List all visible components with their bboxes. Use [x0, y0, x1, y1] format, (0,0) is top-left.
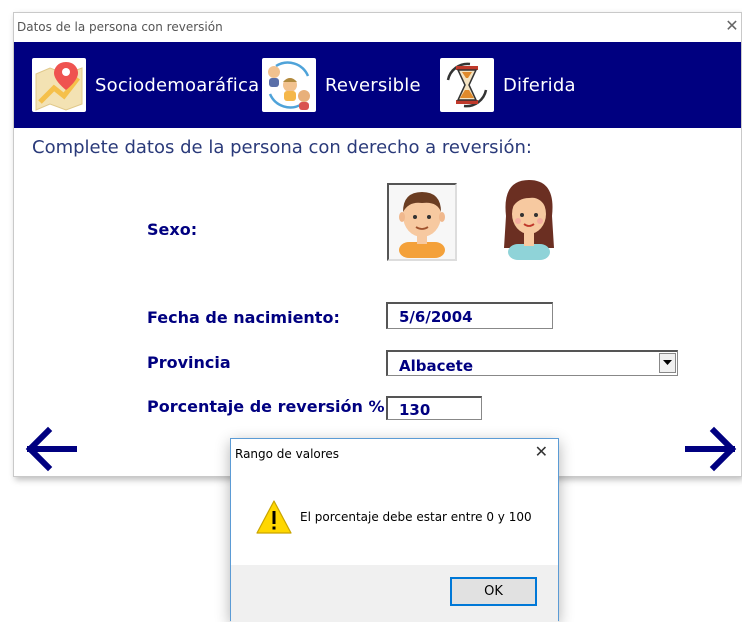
window-title: Datos de la persona con reversión [17, 20, 223, 34]
tab-sociodemografica-label: Sociodemoaráfica [95, 74, 260, 96]
fecha-nacimiento-label: Fecha de nacimiento: [147, 308, 340, 327]
ok-button[interactable]: OK [450, 577, 537, 606]
tab-reversible-label: Reversible [325, 74, 421, 96]
dropdown-arrow-button[interactable] [659, 353, 676, 373]
tab-sociodemografica[interactable]: Sociodemoaráfica [32, 42, 259, 128]
people-exchange-icon [262, 58, 316, 112]
title-bar: Datos de la persona con reversión ✕ [14, 13, 741, 42]
window-close-button[interactable]: ✕ [723, 17, 741, 37]
map-pin-icon [32, 58, 86, 112]
sexo-label: Sexo: [147, 220, 198, 239]
male-avatar-icon [399, 192, 445, 258]
porcentaje-label: Porcentaje de reversión % [147, 397, 385, 416]
female-avatar-button[interactable] [494, 179, 564, 260]
male-avatar-button[interactable] [387, 183, 457, 261]
back-button[interactable] [22, 421, 78, 477]
dialog-close-button[interactable]: ✕ [535, 443, 548, 463]
range-error-dialog: Rango de valores ✕ El porcentaje debe es… [230, 438, 559, 622]
provincia-select[interactable]: Albacete [386, 350, 678, 376]
arrow-left-icon [25, 426, 77, 472]
warning-icon [255, 499, 293, 535]
tab-diferida-label: Diferida [503, 74, 576, 96]
tab-banner: Sociodemoaráfica Reversible Diferida [14, 42, 741, 128]
dialog-message: El porcentaje debe estar entre 0 y 100 [300, 510, 532, 524]
arrow-right-icon [685, 426, 737, 472]
main-window: Datos de la persona con reversión ✕ Soci… [13, 12, 742, 477]
female-avatar-icon [504, 180, 554, 260]
tab-diferida[interactable]: Diferida [440, 42, 576, 128]
porcentaje-input[interactable]: 130 [386, 396, 482, 420]
dialog-title: Rango de valores [235, 447, 340, 461]
provincia-value: Albacete [399, 357, 474, 375]
instructions-text: Complete datos de la persona con derecho… [32, 137, 533, 158]
next-button[interactable] [684, 421, 740, 477]
provincia-label: Provincia [147, 353, 231, 372]
fecha-nacimiento-input[interactable]: 5/6/2004 [386, 302, 553, 329]
hourglass-icon [440, 58, 494, 112]
dialog-footer: OK [231, 565, 558, 622]
tab-reversible[interactable]: Reversible [262, 42, 421, 128]
chevron-down-icon [663, 360, 672, 365]
